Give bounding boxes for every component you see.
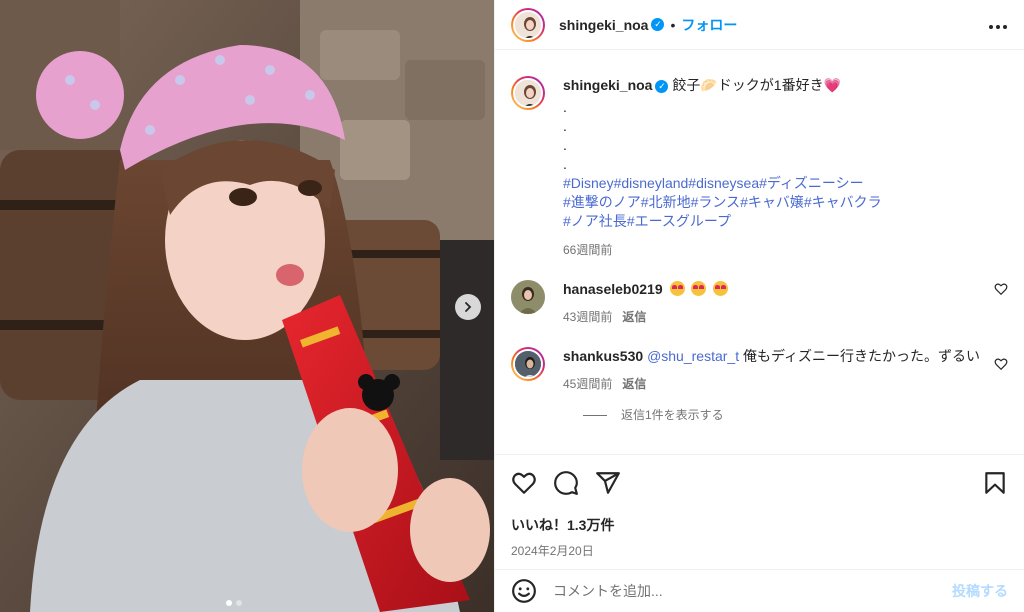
comment-time[interactable]: 43週間前 xyxy=(563,310,612,324)
hashtag-line[interactable]: #Disney#disneyland#disneysea#ディズニーシー xyxy=(563,174,984,193)
caption-username[interactable]: shingeki_noa xyxy=(563,77,652,93)
comment-item: hanaseleb0219 43週間前 返信 xyxy=(511,280,1008,325)
comment-mention-link[interactable]: @shu_restar_t xyxy=(647,348,739,364)
post-image xyxy=(0,0,494,612)
ellipsis-svg xyxy=(989,25,1007,29)
chevron-right-icon xyxy=(465,302,472,312)
caption-line: shingeki_noa ✓ 餃子🥟ドックが1番好き💗 xyxy=(563,76,984,94)
comments-scroll-area[interactable]: shingeki_noa ✓ 餃子🥟ドックが1番好き💗 . . . . #Disn… xyxy=(495,50,1024,454)
hashtag-line[interactable]: #進撃のノア#北新地#ランス#キャバ嬢#キャバクラ xyxy=(563,193,984,212)
author-avatar[interactable] xyxy=(511,7,545,42)
carousel-dot xyxy=(236,600,242,606)
post-comment-button[interactable]: 投稿する xyxy=(952,581,1008,601)
post-photo[interactable] xyxy=(0,0,494,612)
comment-body: shankus530 @shu_restar_t 俺もディズニー行きたかった。ず… xyxy=(563,347,1008,392)
comment-line: shankus530 @shu_restar_t 俺もディズニー行きたかった。ず… xyxy=(563,347,984,365)
share-paper-plane-icon[interactable] xyxy=(595,470,621,496)
verified-badge-icon: ✓ xyxy=(651,18,665,31)
more-dots-icon[interactable] xyxy=(988,14,1008,35)
caption-body: shingeki_noa ✓ 餃子🥟ドックが1番好き💗 . . . . #Disn… xyxy=(563,76,1008,258)
comment-time[interactable]: 45週間前 xyxy=(563,377,612,391)
avatar-image xyxy=(515,351,541,377)
verified-badge-icon: ✓ xyxy=(655,79,669,93)
carousel-next-button[interactable] xyxy=(455,294,481,320)
comment-input[interactable] xyxy=(553,583,952,599)
reply-button[interactable]: 返信 xyxy=(622,377,646,391)
emoji-picker-icon[interactable] xyxy=(511,578,537,604)
view-replies-button[interactable]: 返信1件を表示する xyxy=(583,406,1008,423)
avatar-image xyxy=(515,80,541,106)
caption-dot: . xyxy=(563,118,567,134)
carousel-dot xyxy=(226,600,232,606)
comment-username[interactable]: hanaseleb0219 xyxy=(563,281,663,297)
avatar-image xyxy=(511,280,545,314)
author-block: shingeki_noa ✓ • フォロー xyxy=(559,15,737,35)
caption-dot: . xyxy=(563,156,567,172)
commenter-avatar[interactable] xyxy=(511,280,545,314)
commenter-avatar[interactable] xyxy=(511,347,545,381)
comment-meta: 43週間前 返信 xyxy=(563,308,984,325)
likes-count[interactable]: いいね！1.3万件 xyxy=(511,515,1008,535)
follow-button[interactable]: フォロー xyxy=(681,15,737,35)
separator: • xyxy=(670,16,676,33)
caption-dot: . xyxy=(563,99,567,115)
comment-like-heart-icon[interactable] xyxy=(994,282,1008,296)
reply-button[interactable]: 返信 xyxy=(622,310,646,324)
comment-line: hanaseleb0219 xyxy=(563,280,984,298)
author-username[interactable]: shingeki_noa xyxy=(559,17,648,33)
caption-text: 餃子🥟ドックが1番好き💗 xyxy=(672,77,842,93)
heart-eyes-emoji-icon xyxy=(669,281,685,296)
post-actions: いいね！1.3万件 2024年2月20日 xyxy=(495,454,1024,569)
save-bookmark-icon[interactable] xyxy=(982,470,1008,496)
action-icons-row xyxy=(511,469,1008,497)
comment-bubble-icon[interactable] xyxy=(553,470,579,496)
comment-username[interactable]: shankus530 xyxy=(563,348,643,364)
post-date[interactable]: 2024年2月20日 xyxy=(511,542,1008,559)
comment-meta: 45週間前 返信 xyxy=(563,375,984,392)
post-detail-panel: shingeki_noa ✓ • フォロー shingeki_noa ✓ 餃子🥟… xyxy=(494,0,1024,612)
comment-item: shankus530 @shu_restar_t 俺もディズニー行きたかった。ず… xyxy=(511,347,1008,392)
heart-eyes-emoji-icon xyxy=(713,281,729,296)
heart-eyes-emoji-icon xyxy=(691,281,707,296)
comment-body: hanaseleb0219 43週間前 返信 xyxy=(563,280,1008,325)
post-header: shingeki_noa ✓ • フォロー xyxy=(495,0,1024,50)
avatar-image xyxy=(515,11,541,38)
caption-dots: . . . . xyxy=(563,98,984,174)
like-heart-icon[interactable] xyxy=(511,470,537,496)
carousel-dots xyxy=(226,600,242,606)
caption-avatar[interactable] xyxy=(511,76,545,110)
comment-like-heart-icon[interactable] xyxy=(994,357,1008,371)
caption-time[interactable]: 66週間前 xyxy=(563,241,984,258)
hashtag-line[interactable]: #ノア社長#エースグループ xyxy=(563,212,984,231)
caption-block: shingeki_noa ✓ 餃子🥟ドックが1番好き💗 . . . . #Disn… xyxy=(511,76,1008,258)
comment-text: 俺もディズニー行きたかった。ずるい xyxy=(739,348,981,364)
caption-dot: . xyxy=(563,137,567,153)
comment-composer: 投稿する xyxy=(495,569,1024,612)
